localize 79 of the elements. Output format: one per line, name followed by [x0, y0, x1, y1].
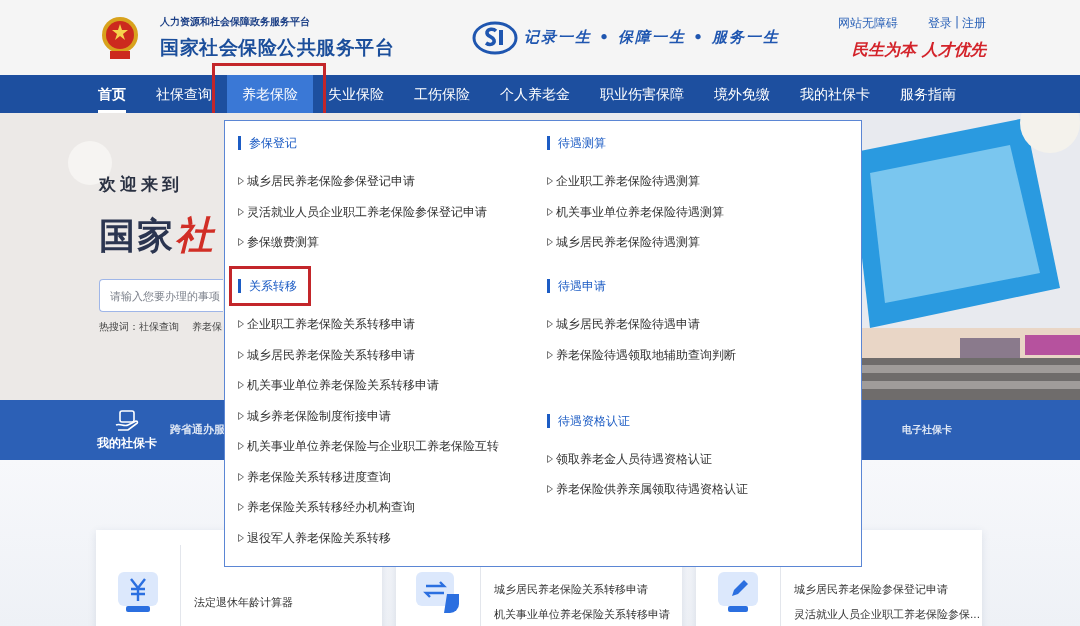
triangle-icon [238, 207, 244, 216]
menu-link[interactable]: 退役军人养老保险关系转移 [247, 522, 391, 553]
service-link[interactable]: 灵活就业人员企业职工养老保险参保... [794, 608, 980, 622]
separator: | [954, 14, 959, 31]
triangle-icon [547, 454, 553, 463]
accessibility-link[interactable]: 网站无障碍 [837, 14, 898, 32]
menu-link[interactable]: 养老保险供养亲属领取待遇资格认证 [556, 474, 748, 505]
menu-link[interactable]: 机关事业单位养老保险关系转移申请 [247, 370, 439, 401]
si-logo-icon [472, 20, 518, 55]
hot-search-label: 热搜词： [99, 320, 139, 334]
menu-link[interactable]: 企业职工养老保险关系转移申请 [247, 309, 415, 340]
menu-link[interactable]: 机关事业单位养老保险与企业职工养老保险互转 [247, 431, 499, 462]
hero-title: 国家 [99, 214, 175, 258]
menu-group-heading: 关系转移 [238, 279, 297, 293]
nav-tab[interactable]: 工伤保险 [399, 75, 485, 113]
pen-icon [717, 572, 759, 612]
triangle-icon [547, 485, 553, 494]
search-field[interactable]: 请输入您要办理的事项 [99, 279, 223, 312]
service-link[interactable]: 法定退休年龄计算器 [194, 596, 293, 610]
slogan: 记录一生 • 保障一生 • 服务一生 [524, 28, 781, 47]
menu-group-heading: 待遇测算 [547, 136, 606, 150]
triangle-icon [238, 320, 244, 329]
quick-link[interactable]: 电子社保卡 [902, 423, 952, 437]
nav-tab[interactable]: 职业伤害保障 [585, 75, 699, 113]
quick-link[interactable]: 跨省通办服 [170, 423, 225, 437]
national-emblem-icon [100, 14, 140, 61]
platform-subtitle: 人力资源和社会保障政务服务平台 [160, 14, 311, 29]
triangle-icon [238, 503, 244, 512]
nav-tab[interactable]: 个人养老金 [485, 75, 585, 113]
triangle-icon [547, 207, 553, 216]
menu-group-heading: 待遇资格认证 [547, 413, 630, 428]
triangle-icon [238, 411, 244, 420]
hot-search-link[interactable]: 养老保 [192, 320, 222, 334]
triangle-icon [238, 177, 244, 186]
triangle-icon [238, 533, 244, 542]
menu-group-heading: 参保登记 [238, 136, 297, 150]
nav-tab[interactable]: 服务指南 [885, 75, 971, 113]
motto: 民生为本 人才优先 [852, 39, 986, 61]
service-link[interactable]: 城乡居民养老保险参保登记申请 [794, 583, 980, 597]
menu-link[interactable]: 养老保险关系转移经办机构查询 [247, 492, 415, 523]
menu-link[interactable]: 城乡居民养老保险待遇申请 [556, 309, 700, 340]
menu-link[interactable]: 参保缴费测算 [247, 227, 319, 258]
service-link[interactable]: 机关事业单位养老保险关系转移申请 [494, 608, 670, 622]
service-link[interactable]: 城乡居民养老保险关系转移申请 [494, 583, 670, 597]
triangle-icon [238, 472, 244, 481]
welcome-text: 欢迎来到 [99, 173, 184, 196]
card-hand-icon [114, 409, 140, 432]
triangle-icon [238, 238, 244, 247]
nav-tab[interactable]: 失业保险 [313, 75, 399, 113]
nav-tab[interactable]: 首页 [98, 75, 126, 113]
triangle-icon [547, 238, 553, 247]
register-link[interactable]: 注册 [962, 14, 986, 32]
menu-group-heading: 待遇申请 [547, 279, 606, 293]
hot-search-link[interactable]: 社保查询 [139, 320, 179, 334]
nav-tab[interactable]: 境外免缴 [699, 75, 785, 113]
menu-link[interactable]: 城乡居民养老保险参保登记申请 [247, 166, 415, 197]
site-title: 国家社会保险公共服务平台 [160, 34, 395, 60]
menu-link[interactable]: 城乡居民养老保险关系转移申请 [247, 339, 415, 370]
menu-link[interactable]: 机关事业单位养老保险待遇测算 [556, 196, 724, 227]
menu-link[interactable]: 城乡居民养老保险待遇测算 [556, 227, 700, 258]
yuan-icon [117, 572, 159, 612]
menu-link[interactable]: 企业职工养老保险待遇测算 [556, 166, 700, 197]
transfer-icon [415, 572, 461, 614]
triangle-icon [238, 442, 244, 451]
nav-tab[interactable]: 社保查询 [141, 75, 227, 113]
triangle-icon [547, 350, 553, 359]
menu-link[interactable]: 领取养老金人员待遇资格认证 [556, 443, 712, 474]
nav-tab[interactable]: 我的社保卡 [785, 75, 885, 113]
login-link[interactable]: 登录 [927, 14, 952, 32]
menu-link[interactable]: 城乡养老保险制度衔接申请 [247, 400, 391, 431]
triangle-icon [238, 381, 244, 390]
quick-link[interactable]: 我的社保卡 [96, 409, 158, 451]
nav-tab[interactable]: 养老保险 [227, 75, 313, 113]
triangle-icon [547, 177, 553, 186]
triangle-icon [238, 350, 244, 359]
triangle-icon [547, 320, 553, 329]
menu-link[interactable]: 灵活就业人员企业职工养老保险参保登记申请 [247, 196, 487, 227]
menu-link[interactable]: 养老保险关系转移进度查询 [247, 461, 391, 492]
menu-link[interactable]: 养老保险待遇领取地辅助查询判断 [556, 339, 736, 370]
